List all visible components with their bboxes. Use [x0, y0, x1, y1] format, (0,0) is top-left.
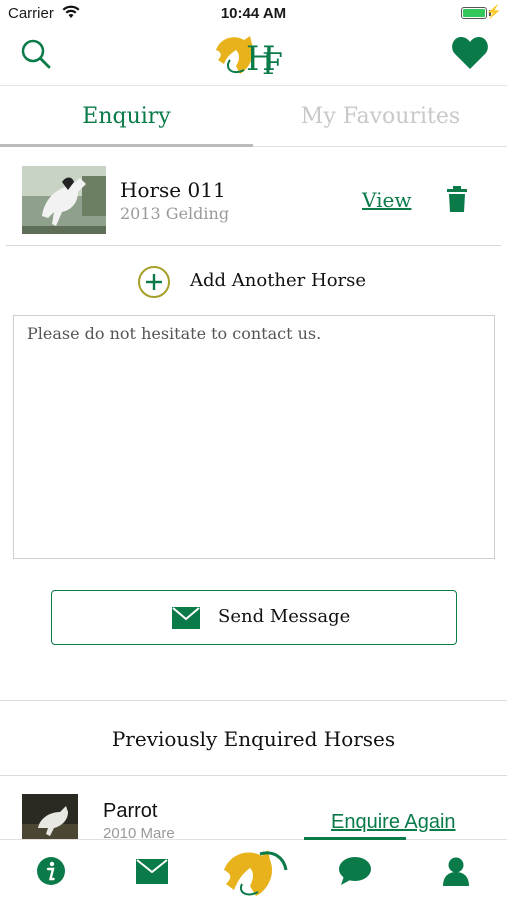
info-icon[interactable]	[36, 856, 66, 886]
prev-horse-name: Parrot	[103, 800, 158, 822]
segment-tabs: Enquiry My Favourites	[0, 87, 507, 147]
hf-logo[interactable]: H F	[210, 30, 290, 80]
horse-thumbnail	[22, 794, 78, 839]
view-horse-link[interactable]: View	[362, 188, 411, 212]
send-message-button[interactable]: Send Message	[51, 590, 457, 645]
battery-level	[463, 9, 485, 17]
previously-enquired-title: Previously Enquired Horses	[0, 700, 507, 776]
clock: 10:44 AM	[220, 5, 287, 22]
profile-icon[interactable]	[442, 856, 470, 886]
mail-icon	[172, 607, 200, 629]
tab-my-favourites[interactable]: My Favourites	[254, 87, 507, 147]
enquiry-horse-row: Horse 011 2013 Gelding View	[6, 158, 501, 246]
scroll-indicator	[304, 837, 406, 840]
home-logo-icon[interactable]	[220, 846, 288, 898]
message-textarea[interactable]: Please do not hesitate to contact us.	[13, 315, 495, 559]
list-item: Parrot 2010 Mare Enquire Again	[0, 777, 507, 839]
add-another-horse-label: Add Another Horse	[190, 270, 367, 291]
prev-horse-details: 2010 Mare	[103, 825, 175, 839]
chat-icon[interactable]	[338, 856, 372, 886]
add-another-horse[interactable]: Add Another Horse	[137, 262, 377, 302]
enquire-again-link[interactable]: Enquire Again	[331, 811, 456, 834]
horse-details: 2013 Gelding	[120, 204, 230, 223]
search-icon[interactable]	[20, 38, 52, 70]
horse-thumbnail	[22, 166, 106, 234]
horse-name: Horse 011	[120, 178, 226, 202]
mail-icon[interactable]	[136, 859, 168, 884]
bottom-tab-bar	[0, 837, 507, 900]
status-bar: Carrier 10:44 AM ⚡	[0, 0, 507, 28]
plus-circle-icon	[138, 266, 170, 298]
tab-enquiry[interactable]: Enquiry	[0, 87, 253, 147]
heart-icon[interactable]	[451, 36, 489, 70]
svg-text:F: F	[262, 47, 283, 80]
battery-icon	[461, 7, 487, 19]
send-message-label: Send Message	[218, 606, 351, 627]
trash-icon[interactable]	[446, 186, 468, 212]
app-header: H F	[0, 28, 507, 86]
charging-icon: ⚡	[485, 4, 502, 19]
